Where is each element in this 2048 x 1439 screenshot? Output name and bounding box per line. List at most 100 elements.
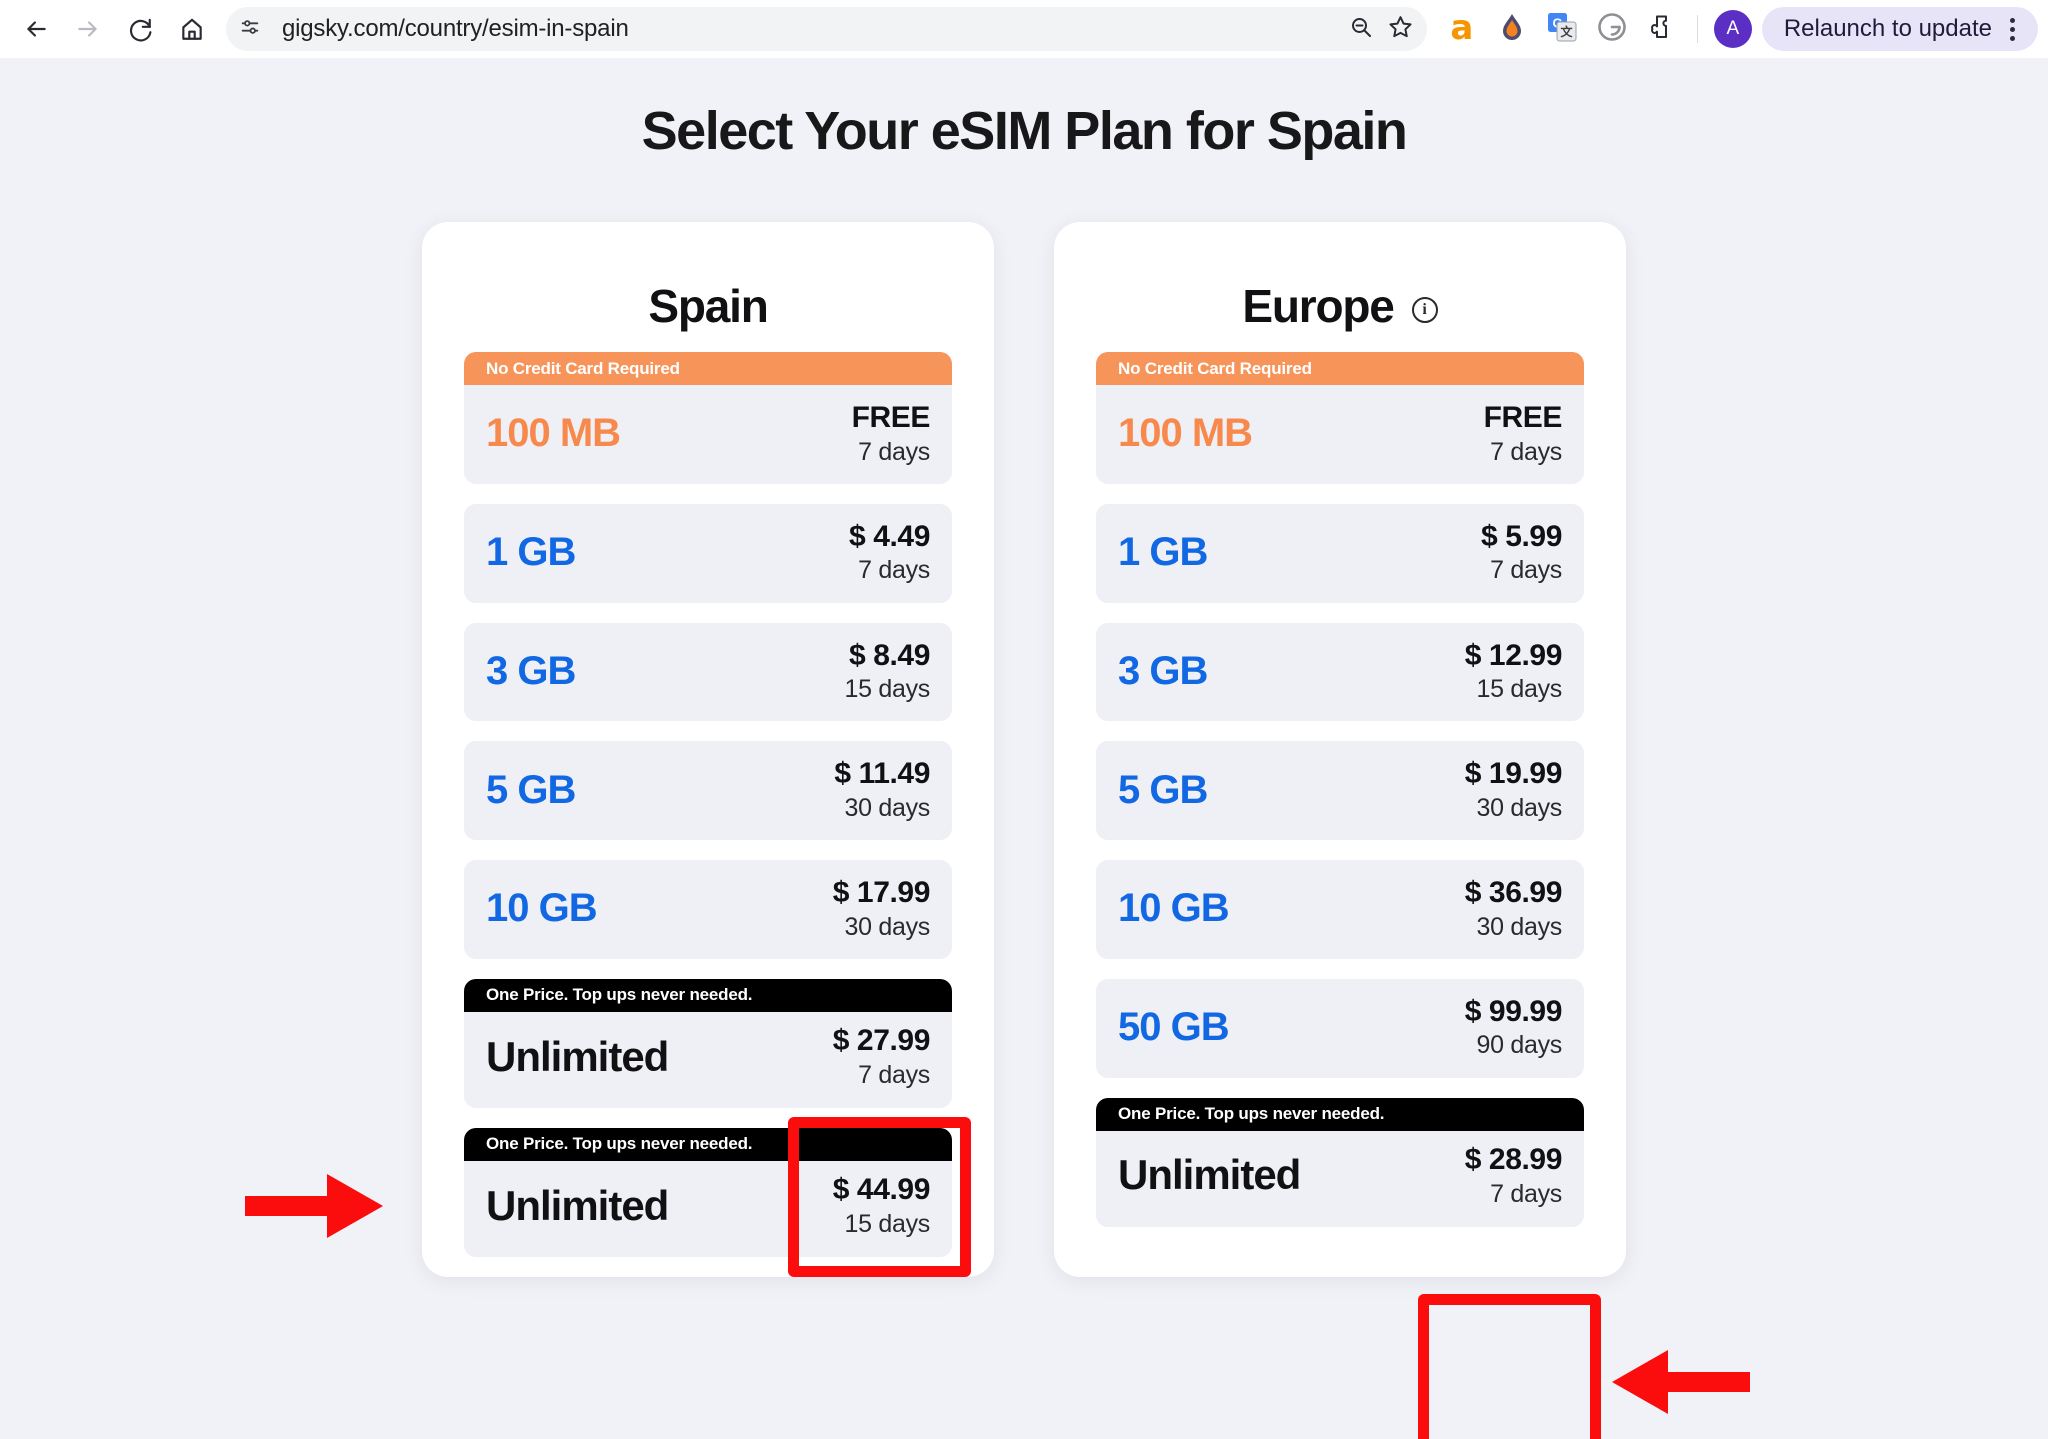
browser-toolbar: gigsky.com/country/esim-in-spain a 文 A R… <box>0 0 2048 58</box>
amazon-extension-icon: a <box>1450 8 1474 48</box>
plan-size: 5 GB <box>486 767 576 812</box>
plan-price: $ 99.99 <box>1464 994 1563 1028</box>
plan-card-europe: Europe i No Credit Card Required 100 MB … <box>1054 222 1626 1277</box>
plan-size: 100 MB <box>1118 411 1253 456</box>
plan-duration: 7 days <box>1490 556 1562 585</box>
home-icon <box>179 16 205 42</box>
site-settings-button[interactable] <box>230 9 270 49</box>
plan-size: Unlimited <box>1118 1151 1301 1199</box>
plan-price: $ 44.99 <box>832 1173 931 1207</box>
plan-row[interactable]: 1 GB $ 4.49 7 days <box>464 503 952 603</box>
plan-size: 10 GB <box>1118 886 1230 931</box>
plan-size: 5 GB <box>1118 767 1208 812</box>
pointer-arrow-europe-unlimited <box>1610 1342 1750 1422</box>
extensions-area: a G文 <box>1433 4 1687 54</box>
plan-row[interactable]: 10 GB $ 17.99 30 days <box>464 860 952 959</box>
svg-text:文: 文 <box>1560 24 1573 39</box>
card-header-europe: Europe i <box>1096 260 1584 352</box>
back-arrow-icon <box>23 16 49 42</box>
plan-row[interactable]: 3 GB $ 12.99 15 days <box>1096 622 1584 722</box>
extensions-button[interactable] <box>1637 4 1687 54</box>
bookmark-button[interactable] <box>1381 9 1421 49</box>
extensions-puzzle-icon <box>1648 13 1675 46</box>
plan-row[interactable]: No Credit Card Required 100 MB FREE 7 da… <box>464 352 952 484</box>
plan-row-unlimited[interactable]: One Price. Top ups never needed. Unlimit… <box>464 1127 952 1257</box>
back-button[interactable] <box>10 3 62 55</box>
plan-price: $ 28.99 <box>1464 1143 1563 1177</box>
zoom-out-icon <box>1349 15 1373 44</box>
amazon-extension-button[interactable]: a <box>1437 4 1487 54</box>
plan-row[interactable]: 5 GB $ 11.49 30 days <box>464 741 952 840</box>
zoom-out-button[interactable] <box>1341 9 1381 49</box>
plan-banner: One Price. Top ups never needed. <box>464 1127 952 1161</box>
google-translate-button[interactable]: G文 <box>1537 4 1587 54</box>
profile-avatar[interactable]: A <box>1713 10 1752 48</box>
plan-price: $ 12.99 <box>1464 638 1563 672</box>
plan-price: $ 17.99 <box>832 876 931 909</box>
toolbar-divider <box>1696 15 1698 43</box>
plan-row[interactable]: 5 GB $ 19.99 30 days <box>1096 741 1584 840</box>
plan-duration: 7 days <box>1490 1179 1562 1208</box>
plan-row[interactable]: 50 GB $ 99.99 90 days <box>1096 978 1584 1078</box>
reload-icon <box>127 16 153 42</box>
plan-size: Unlimited <box>486 1181 669 1229</box>
url-text[interactable]: gigsky.com/country/esim-in-spain <box>270 15 1341 43</box>
plan-banner: One Price. Top ups never needed. <box>464 978 952 1012</box>
plan-duration: 7 days <box>858 437 930 466</box>
plan-banner: No Credit Card Required <box>1096 352 1584 385</box>
plan-price: $ 36.99 <box>1464 876 1563 909</box>
plan-price: FREE <box>851 401 931 434</box>
forward-button[interactable] <box>62 3 114 55</box>
plan-price: $ 5.99 <box>1480 519 1562 553</box>
plan-duration: 30 days <box>844 912 931 941</box>
home-button[interactable] <box>166 3 218 55</box>
plan-size: 1 GB <box>1118 530 1208 575</box>
plan-duration: 7 days <box>858 1060 930 1089</box>
address-bar[interactable]: gigsky.com/country/esim-in-spain <box>226 7 1427 51</box>
plan-price: $ 8.49 <box>848 638 930 672</box>
three-dot-menu-icon[interactable] <box>1992 7 2032 51</box>
plan-price: $ 11.49 <box>834 757 930 791</box>
relaunch-label: Relaunch to update <box>1783 15 1992 42</box>
plan-price: $ 19.99 <box>1464 757 1563 791</box>
honey-extension-button[interactable] <box>1487 4 1537 54</box>
plan-size: 1 GB <box>486 530 576 575</box>
grammarly-extension-icon <box>1597 12 1627 47</box>
honey-extension-icon <box>1498 12 1526 47</box>
plan-size: 50 GB <box>1118 1005 1230 1050</box>
plan-duration: 30 days <box>1476 793 1563 822</box>
plan-size: 3 GB <box>486 648 576 693</box>
plan-size: 100 MB <box>486 411 621 456</box>
plan-price: $ 4.49 <box>848 519 930 553</box>
card-header-spain: Spain <box>464 260 952 352</box>
info-icon[interactable]: i <box>1411 297 1438 323</box>
plan-duration: 15 days <box>844 1209 931 1238</box>
google-translate-icon: G文 <box>1547 12 1577 47</box>
plan-row[interactable]: No Credit Card Required 100 MB FREE 7 da… <box>1096 352 1584 484</box>
plan-duration: 90 days <box>1476 1031 1563 1060</box>
plan-row[interactable]: 1 GB $ 5.99 7 days <box>1096 503 1584 603</box>
site-settings-icon <box>239 16 261 43</box>
plan-duration: 7 days <box>858 556 930 585</box>
plan-duration: 30 days <box>844 793 931 822</box>
plan-duration: 30 days <box>1476 912 1563 941</box>
card-title: Europe <box>1242 280 1394 332</box>
plan-size: 10 GB <box>486 886 598 931</box>
plan-row-unlimited[interactable]: One Price. Top ups never needed. Unlimit… <box>464 978 952 1108</box>
plan-card-spain: Spain No Credit Card Required 100 MB FRE… <box>422 222 994 1277</box>
plan-row[interactable]: 3 GB $ 8.49 15 days <box>464 622 952 722</box>
plan-row-unlimited[interactable]: One Price. Top ups never needed. Unlimit… <box>1096 1097 1584 1227</box>
card-title: Spain <box>648 280 768 332</box>
plan-size: Unlimited <box>486 1032 669 1080</box>
plan-duration: 15 days <box>844 675 931 703</box>
plan-row[interactable]: 10 GB $ 36.99 30 days <box>1096 860 1584 959</box>
reload-button[interactable] <box>114 3 166 55</box>
plan-size: 3 GB <box>1118 648 1208 693</box>
grammarly-extension-button[interactable] <box>1587 4 1637 54</box>
relaunch-to-update-button[interactable]: Relaunch to update <box>1761 7 2038 51</box>
plan-banner: No Credit Card Required <box>464 352 952 385</box>
highlight-box-europe-unlimited-price <box>1418 1294 1601 1439</box>
forward-arrow-icon <box>75 16 101 42</box>
page-title: Select Your eSIM Plan for Spain <box>641 101 1408 161</box>
plan-price: $ 27.99 <box>832 1024 931 1058</box>
